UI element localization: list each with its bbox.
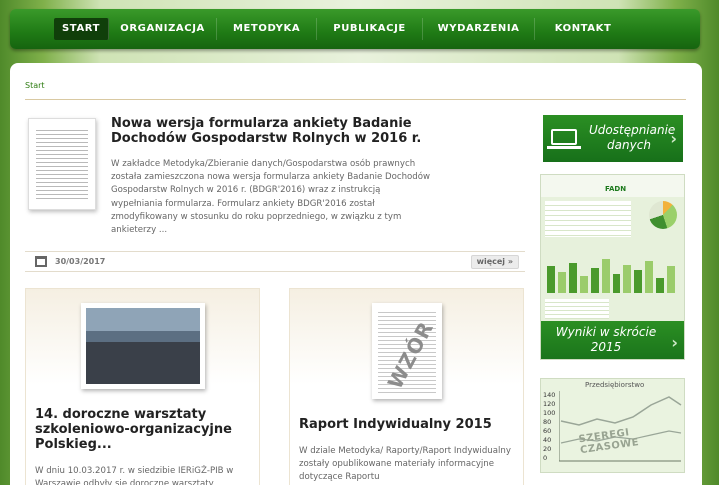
ytick-label: 20 <box>543 445 552 453</box>
breadcrumb-divider <box>25 99 686 100</box>
calendar-icon <box>35 256 47 267</box>
fadn-logo: FADN <box>605 185 627 193</box>
ytick-label: 140 <box>543 391 556 399</box>
results-report-banner[interactable]: FADN Wyniki w skrócie 2015 › <box>540 174 685 360</box>
breadcrumb[interactable]: Start <box>25 81 45 90</box>
news-card-excerpt: W dziale Metodyka/ Raporty/Raport Indywi… <box>299 446 511 483</box>
ytick-label: 100 <box>543 409 556 417</box>
news-card-report[interactable]: WZÓR Raport Indywidualny 2015 W dziale M… <box>289 288 524 485</box>
ytick-label: 120 <box>543 400 556 408</box>
form-document-thumbnail <box>36 127 88 201</box>
featured-article-excerpt: W zakładce Metodyka/Zbieranie danych/Gos… <box>111 159 431 236</box>
nav-item-wydarzenia[interactable]: WYDARZENIA <box>423 18 536 40</box>
main-nav: START ORGANIZACJA METODYKA PUBLIKACJE WY… <box>10 9 700 49</box>
report-header: FADN <box>541 175 684 197</box>
sample-form-thumbnail: WZÓR <box>378 309 436 393</box>
read-more-button[interactable]: więcej » <box>470 255 519 269</box>
conference-room-image <box>86 308 200 384</box>
nav-item-publikacje[interactable]: PUBLIKACJE <box>317 18 424 40</box>
share-data-button[interactable]: Udostępnianie danych › <box>543 115 683 162</box>
nav-item-organizacja[interactable]: ORGANIZACJA <box>109 18 218 40</box>
news-card-workshop[interactable]: 14. doroczne warsztaty szkoleniowo-organ… <box>25 288 260 485</box>
ytick-label: 0 <box>543 454 548 462</box>
share-data-label: Udostępnianie danych <box>589 123 676 152</box>
ytick-label: 40 <box>543 436 552 444</box>
laptop-base <box>547 146 581 149</box>
article-date: 30/03/2017 <box>55 257 106 266</box>
workshop-photo[interactable] <box>81 303 205 389</box>
article-meta-bar: 30/03/2017 więcej » <box>25 251 525 272</box>
news-card-title[interactable]: Raport Indywidualny 2015 <box>299 417 514 432</box>
featured-article-title[interactable]: Nowa wersja formularza ankiety Badanie D… <box>111 116 431 146</box>
ytick-label: 60 <box>543 427 552 435</box>
chevron-right-icon: › <box>671 333 678 352</box>
timeseries-banner[interactable]: Przedsiębiorstwo 140 120 100 80 60 40 20… <box>540 378 685 473</box>
results-summary-button[interactable]: Wyniki w skrócie 2015 › <box>541 321 684 359</box>
laptop-icon <box>551 129 577 145</box>
ytick-label: 80 <box>543 418 552 426</box>
news-card-title[interactable]: 14. doroczne warsztaty szkoleniowo-organ… <box>35 407 250 452</box>
report-document-image[interactable]: WZÓR <box>372 303 442 399</box>
report-table-small <box>545 299 609 319</box>
report-bar-chart <box>547 255 676 293</box>
results-summary-label: Wyniki w skrócie 2015 <box>555 325 657 354</box>
content-panel: Start Nowa wersja formularza ankiety Bad… <box>10 63 702 485</box>
report-table <box>545 201 631 237</box>
nav-item-kontakt[interactable]: KONTAKT <box>535 18 631 40</box>
chevron-right-icon: › <box>670 129 677 148</box>
nav-item-metodyka[interactable]: METODYKA <box>217 18 318 40</box>
watermark-text: WZÓR <box>382 317 436 393</box>
news-card-excerpt: W dniu 10.03.2017 r. w siedzibie IERiGŻ-… <box>35 466 234 485</box>
report-pie-chart <box>649 201 677 229</box>
timeseries-title: Przedsiębiorstwo <box>585 381 645 389</box>
nav-item-start[interactable]: START <box>54 18 110 40</box>
featured-article-image[interactable] <box>28 118 96 210</box>
